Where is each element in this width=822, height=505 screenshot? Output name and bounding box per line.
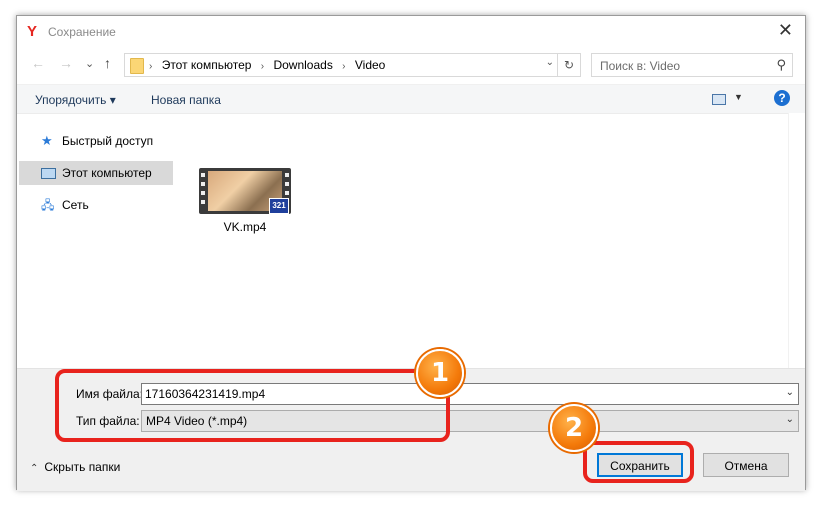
window-title: Сохранение <box>48 25 116 39</box>
search-input[interactable] <box>598 58 762 74</box>
annotation-marker-1: 1 <box>416 349 464 397</box>
search-box[interactable]: ⚲ <box>591 53 793 77</box>
hide-folders-label: Скрыть папки <box>44 460 121 474</box>
vertical-scrollbar[interactable] <box>788 113 805 368</box>
close-icon[interactable]: ✕ <box>778 20 793 41</box>
sidebar-item-label: Быстрый доступ <box>62 134 154 148</box>
annotation-highlight-filename-fields <box>55 369 450 442</box>
help-icon[interactable]: ? <box>774 90 790 106</box>
toolbar: Упорядочить ▾ Новая папка ▼ ? <box>17 84 805 114</box>
folder-icon <box>130 58 144 74</box>
sidebar-item-this-pc[interactable]: Этот компьютер <box>19 161 173 185</box>
title-bar: Y Сохранение ✕ <box>17 16 805 48</box>
search-icon[interactable]: ⚲ <box>776 57 786 73</box>
annotation-highlight-save-button <box>583 441 694 483</box>
new-folder-button[interactable]: Новая папка <box>151 93 221 107</box>
video-thumbnail: 321 <box>199 168 291 214</box>
recent-locations-chevron-icon[interactable]: ⌄ <box>85 57 94 70</box>
forward-arrow-icon[interactable]: → <box>59 55 73 71</box>
star-icon: ★ <box>41 133 53 148</box>
address-bar[interactable]: › Этот компьютер › Downloads › Video ⌄ ↻ <box>124 53 581 77</box>
yandex-browser-logo-icon: Y <box>27 23 38 40</box>
breadcrumb-this-pc[interactable]: Этот компьютер <box>162 58 252 72</box>
breadcrumb-video[interactable]: Video <box>355 58 385 72</box>
refresh-icon[interactable]: ↻ <box>557 54 580 76</box>
breadcrumb-downloads[interactable]: Downloads <box>273 58 332 72</box>
address-dropdown-icon[interactable]: ⌄ <box>546 57 554 68</box>
computer-icon <box>41 168 56 179</box>
sidebar-item-label: Сеть <box>62 198 89 212</box>
chevron-down-icon[interactable]: ⌄ <box>786 414 794 425</box>
file-name: VK.mp4 <box>223 220 267 234</box>
navigation-row: ← → ⌄ ↑ › Этот компьютер › Downloads › V… <box>17 51 805 77</box>
media-player-classic-icon: 321 <box>269 198 289 214</box>
organize-menu-button[interactable]: Упорядочить ▾ <box>35 93 116 107</box>
sidebar-item-quick-access[interactable]: ★ Быстрый доступ <box>19 129 173 153</box>
network-icon: 🖧 <box>41 198 55 212</box>
view-options-dropdown-icon[interactable]: ▼ <box>734 92 743 102</box>
up-arrow-icon[interactable]: ↑ <box>104 55 111 71</box>
back-arrow-icon[interactable]: ← <box>31 55 45 71</box>
file-list: 321 VK.mp4 <box>177 113 789 368</box>
sidebar-item-label: Этот компьютер <box>62 166 152 180</box>
chevron-down-icon[interactable]: ⌄ <box>786 387 794 398</box>
breadcrumb-separator: › <box>149 61 153 72</box>
sidebar-item-network[interactable]: 🖧 Сеть <box>19 193 173 217</box>
hide-folders-toggle[interactable]: ⌃ Скрыть папки <box>30 460 120 474</box>
breadcrumb-separator[interactable]: › <box>342 61 345 72</box>
cancel-button[interactable]: Отмена <box>703 453 789 477</box>
annotation-marker-2: 2 <box>550 404 598 452</box>
breadcrumb: › Этот компьютер › Downloads › Video <box>149 58 391 72</box>
file-item[interactable]: 321 VK.mp4 <box>195 168 295 240</box>
chevron-up-icon: ⌃ <box>30 463 39 474</box>
navigation-pane: ★ Быстрый доступ Этот компьютер 🖧 Сеть <box>17 113 177 368</box>
change-view-icon[interactable] <box>712 94 726 105</box>
breadcrumb-separator[interactable]: › <box>261 61 264 72</box>
